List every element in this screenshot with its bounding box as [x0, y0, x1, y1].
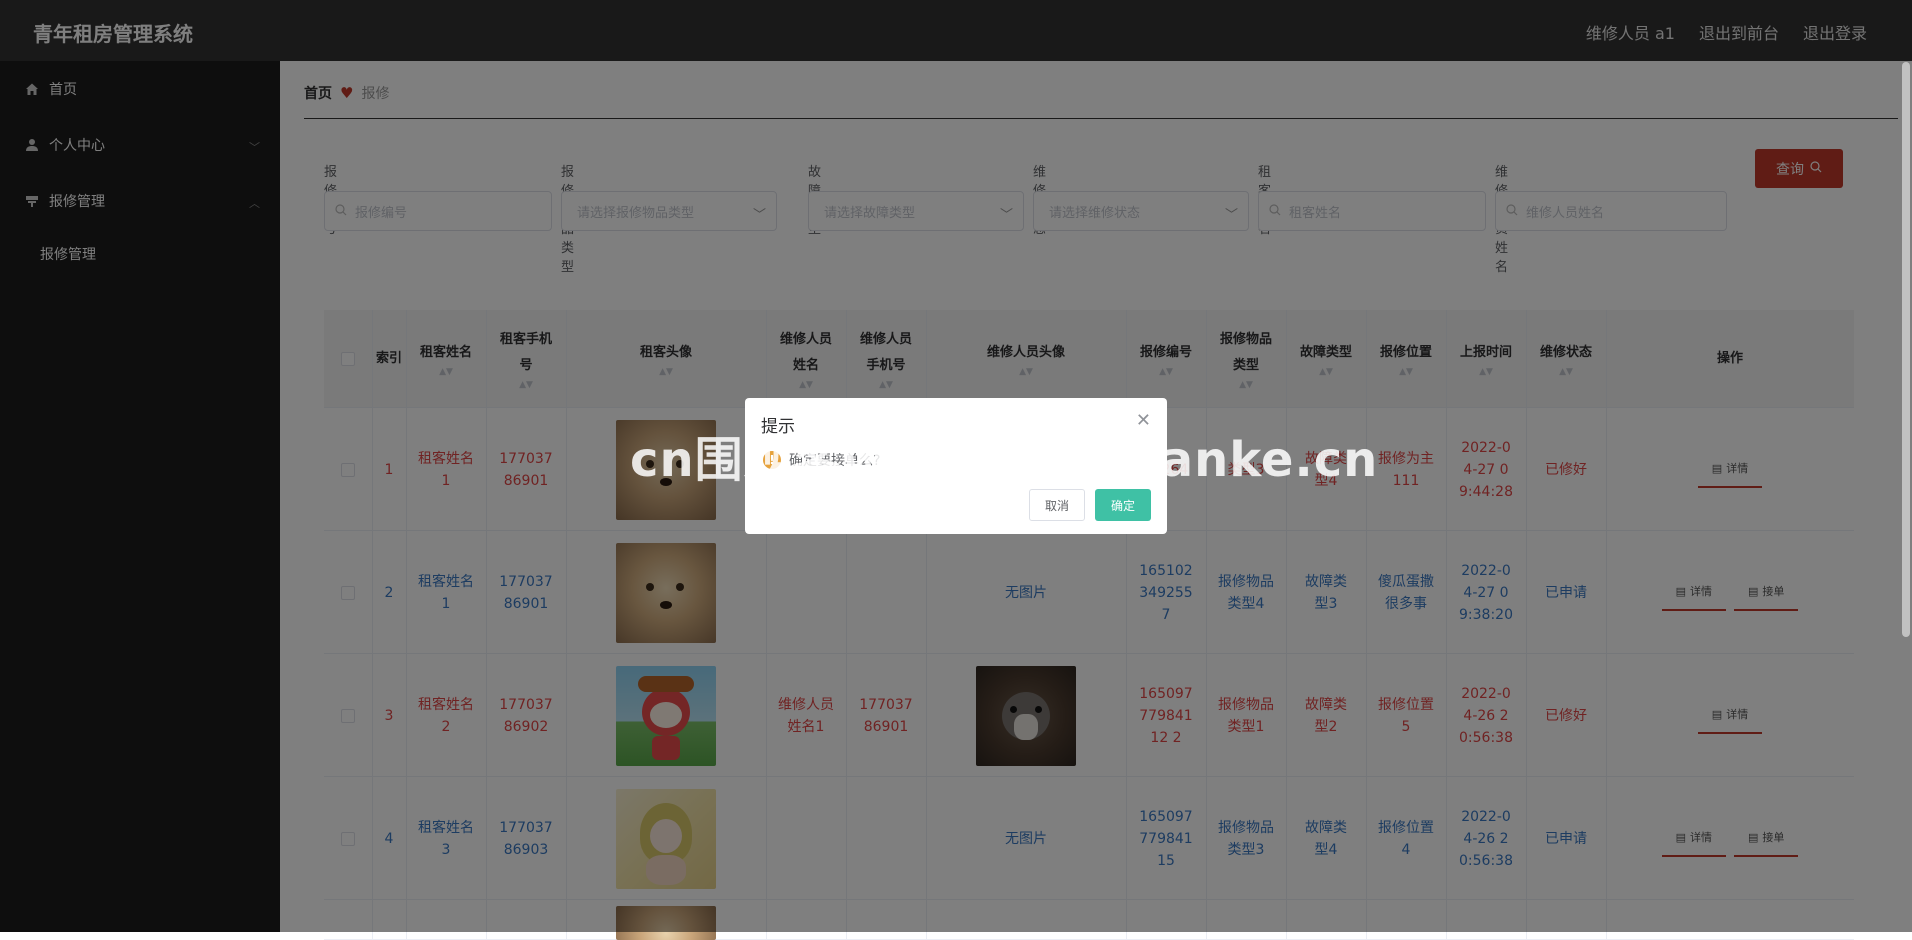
confirm-button[interactable]: 确定 [1095, 489, 1151, 521]
cancel-button[interactable]: 取消 [1029, 489, 1085, 521]
watermark-text: cn围观客www.weiguanke.cn [630, 432, 1379, 488]
page-scrollbar[interactable] [1902, 62, 1910, 637]
